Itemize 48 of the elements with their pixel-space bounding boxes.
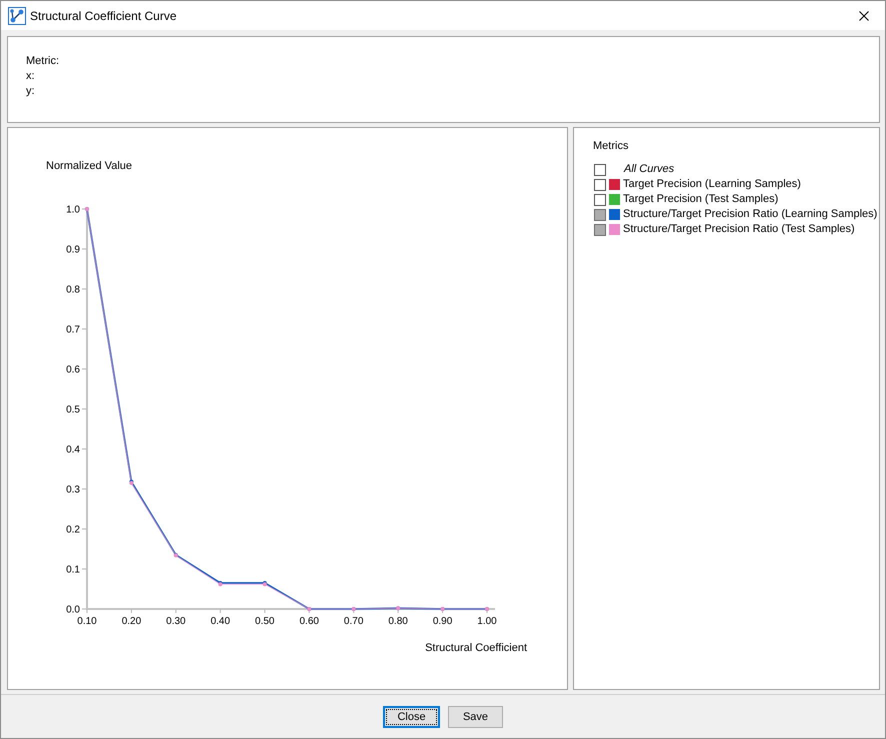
tick-label: 0.10 — [77, 616, 97, 627]
data-point — [129, 480, 134, 485]
data-point — [218, 581, 222, 586]
tick-label: 0.90 — [432, 616, 452, 627]
info-label: Metric: — [26, 54, 59, 69]
legend-title: Metrics — [593, 139, 628, 154]
data-point — [307, 607, 312, 611]
legend-label[interactable]: Target Precision (Learning Samples) — [623, 177, 801, 192]
dialog-button[interactable]: Save — [448, 706, 503, 728]
tick-label: 0.60 — [300, 616, 319, 627]
tick-label: 0.4 — [66, 444, 80, 456]
tick-label: 0.40 — [210, 616, 230, 627]
tick-label: 0.50 — [255, 616, 274, 627]
tick-label: 0.6 — [66, 364, 80, 376]
data-point — [485, 607, 489, 611]
checkbox[interactable] — [594, 178, 606, 190]
legend-label[interactable]: Target Precision (Test Samples) — [623, 192, 778, 207]
window-title: Structural Coefficient Curve — [30, 8, 177, 22]
tick-label: 0.2 — [66, 524, 80, 536]
info-label: y: — [26, 84, 35, 99]
tick-label: 0.1 — [66, 564, 80, 576]
tick-label: 0.70 — [344, 616, 364, 627]
tick-label: 0.7 — [66, 324, 80, 336]
data-point — [352, 607, 356, 611]
tick-label: 0.0 — [66, 604, 80, 616]
axis-title: Normalized Value — [46, 160, 132, 172]
node-graph-icon — [8, 6, 26, 24]
tick-label: 0.8 — [66, 284, 80, 296]
dialog-button[interactable]: Close — [383, 706, 440, 728]
checkbox[interactable] — [594, 164, 606, 176]
legend-label[interactable]: All Curves — [624, 162, 674, 177]
tick-label: 1.0 — [66, 204, 80, 216]
data-point — [262, 581, 267, 586]
data-point — [396, 606, 400, 610]
tick-label: 0.80 — [388, 616, 408, 627]
tick-label: 1.00 — [477, 616, 497, 627]
info-label: x: — [26, 69, 35, 84]
tick-label: 0.9 — [66, 244, 80, 256]
tick-label: 0.5 — [66, 404, 80, 416]
close-icon[interactable] — [859, 10, 869, 20]
tick-label: 0.20 — [122, 616, 142, 627]
tick-label: 0.3 — [66, 484, 80, 496]
data-point — [174, 553, 178, 558]
tick-label: 0.30 — [166, 616, 186, 627]
checkbox[interactable] — [594, 194, 606, 206]
data-point — [440, 607, 445, 611]
axis-title: Structural Coefficient — [425, 642, 527, 654]
data-point — [85, 207, 89, 211]
